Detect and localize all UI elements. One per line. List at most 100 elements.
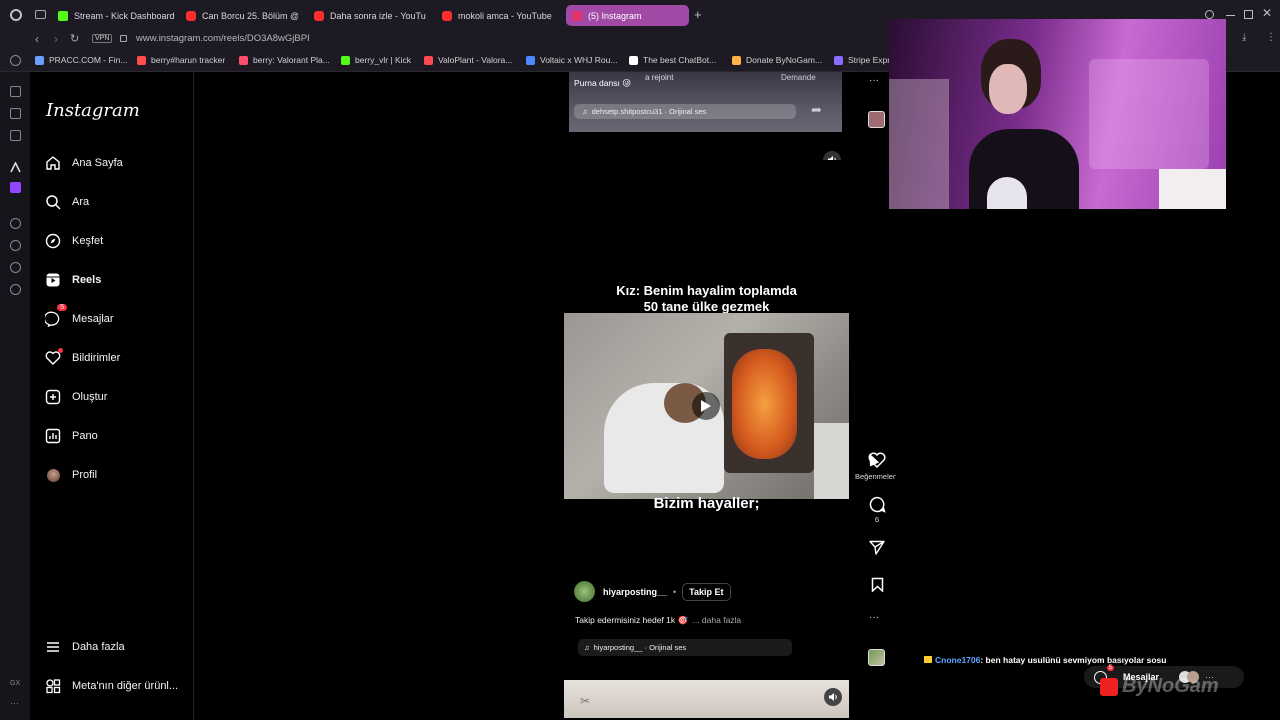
search-icon	[44, 193, 62, 211]
instagram-logo[interactable]: Instagram	[46, 100, 140, 121]
notification-dot	[58, 348, 63, 353]
bookmark-favicon	[239, 55, 248, 65]
chat-badge-icon	[924, 656, 932, 663]
bookmark-pracc[interactable]: PRACC.COM - Fin...	[35, 55, 127, 65]
prev-reel-options-icon[interactable]: ···	[869, 75, 879, 86]
caption-more-link[interactable]: ... daha fazla	[692, 615, 741, 625]
tab-kick-dashboard[interactable]: Stream - Kick Dashboard	[58, 5, 176, 26]
reel-options-icon[interactable]: ···	[869, 612, 879, 623]
hamburger-icon	[44, 638, 62, 656]
next-reel[interactable]: ✂	[564, 680, 849, 718]
reel-overlay-text: Demande	[781, 73, 816, 82]
youtube-icon	[442, 10, 452, 21]
music-note-icon: ♫	[582, 107, 588, 116]
bookmark-kick[interactable]: berry_vlr | Kick	[341, 55, 411, 65]
tab-youtube-1[interactable]: Can Borcu 25. Bölüm @...	[186, 5, 298, 26]
tab-youtube-2[interactable]: Daha sonra izle - YouTube	[314, 5, 426, 26]
close-button[interactable]: ✕	[1262, 6, 1272, 20]
bookmark-valoplant[interactable]: ValoPlant - Valora...	[424, 55, 512, 65]
reel-audio-thumbnail[interactable]	[868, 649, 885, 666]
gx-cleaner-icon[interactable]	[10, 108, 21, 119]
share-button[interactable]	[866, 540, 888, 557]
bookmark-chatbot[interactable]: The best ChatBot...	[629, 55, 716, 65]
reload-icon[interactable]: ↻	[70, 32, 79, 45]
capcut-icon: ✂	[580, 694, 591, 708]
send-icon	[869, 540, 885, 555]
url-field[interactable]: www.instagram.com/reels/DO3A8wGjBPI	[136, 33, 310, 44]
chat-username: Cnone1706	[935, 655, 981, 665]
webcam-overlay	[889, 19, 1226, 209]
tab-instagram[interactable]: (5) Instagram	[566, 5, 689, 26]
nav-messages[interactable]: 5 Mesajlar	[44, 304, 114, 328]
gx-mail-icon[interactable]	[10, 130, 21, 141]
prev-reel-audio-thumbnail[interactable]	[868, 111, 885, 128]
bynogam-watermark: ByNoGam	[1100, 675, 1219, 698]
back-icon[interactable]: ‹	[35, 32, 39, 46]
volume-icon[interactable]	[824, 688, 842, 706]
twitch-icon[interactable]	[10, 182, 21, 193]
bookmark-favicon	[732, 55, 741, 65]
nav-profile[interactable]: Profil	[44, 466, 97, 484]
messages-popup-badge: 5	[1106, 664, 1114, 671]
bookmark-voltaic[interactable]: Voltaic x WHJ Rou...	[526, 55, 617, 65]
settings-icon[interactable]	[10, 284, 21, 295]
previous-reel[interactable]: a rejoint Demande Purna dansı 😜 ♫ dehsetp…	[569, 72, 842, 132]
tab-list-icon[interactable]	[35, 10, 46, 19]
nav-dashboard[interactable]: Pano	[44, 427, 98, 445]
bookmark-valorant[interactable]: berry: Valorant Pla...	[239, 55, 330, 65]
instagram-sidebar: Instagram Ana Sayfa Ara Keşfet Reels 5 M…	[30, 72, 194, 720]
follow-button[interactable]: Takip Et	[682, 582, 731, 601]
nav-more[interactable]: Daha fazla	[44, 638, 125, 656]
current-reel[interactable]: Kız: Benim hayalim toplamda 50 tane ülke…	[564, 160, 849, 560]
dashboard-icon	[44, 427, 62, 445]
menu-icon[interactable]: ⋮	[1266, 32, 1276, 43]
nav-search[interactable]: Ara	[44, 193, 89, 211]
kick-icon	[341, 55, 350, 65]
nav-home[interactable]: Ana Sayfa	[44, 154, 123, 172]
youtube-icon	[314, 10, 324, 21]
nav-explore[interactable]: Keşfet	[44, 232, 103, 250]
nav-reels[interactable]: Reels	[44, 271, 101, 289]
bookmark-favicon	[35, 55, 44, 65]
history-icon[interactable]	[10, 240, 21, 251]
gx-control-icon[interactable]	[10, 86, 21, 97]
save-button[interactable]	[866, 577, 888, 594]
bookmark-favicon	[424, 55, 433, 65]
author-avatar[interactable]	[574, 581, 595, 602]
tab-youtube-3[interactable]: mokoli amca - YouTube	[442, 5, 558, 26]
extensions-icon[interactable]	[10, 262, 21, 273]
bookmark-stripe[interactable]: Stripe Expr...	[834, 55, 897, 65]
vpn-badge[interactable]: VPN	[92, 34, 113, 43]
heart-icon	[44, 348, 63, 367]
player-icon[interactable]	[10, 218, 21, 229]
reel-audio[interactable]: ♫ hiyarposting__ · Orijinal ses	[578, 639, 792, 656]
reel-caption: Takip edermisiniz hedef 1k 🎯 ... daha fa…	[575, 615, 742, 625]
nav-meta-products[interactable]: Meta'nın diğer ürünl...	[44, 677, 178, 695]
arc-icon[interactable]	[10, 160, 21, 173]
reel-audio[interactable]: ♫ dehsetp.shitpostcu31 · Orijinal ses	[574, 104, 796, 119]
music-note-icon: ♫	[584, 643, 590, 652]
meta-apps-icon	[44, 677, 62, 695]
home-icon	[44, 154, 62, 172]
author-username[interactable]: hiyarposting__	[603, 587, 667, 597]
nav-create[interactable]: Oluştur	[44, 388, 107, 406]
messenger-icon: 5	[44, 304, 67, 328]
search-tabs-icon[interactable]	[1205, 10, 1214, 19]
opera-logo-icon[interactable]	[10, 9, 22, 21]
new-tab-button[interactable]: +	[694, 7, 702, 22]
comment-button[interactable]: 6	[866, 496, 888, 524]
bookmarks-menu-icon[interactable]	[10, 55, 21, 66]
likes-label: Beğenmeler	[855, 472, 896, 481]
kick-icon	[58, 10, 68, 21]
nav-notifications[interactable]: Bildirimler	[44, 348, 120, 367]
maximize-button[interactable]	[1244, 10, 1253, 19]
minimize-button[interactable]	[1226, 15, 1235, 16]
more-dots-icon[interactable]: ···	[10, 698, 19, 708]
bookmark-harun-tracker[interactable]: berry#harun tracker	[137, 55, 225, 65]
play-icon[interactable]	[692, 392, 720, 420]
forward-icon[interactable]: ›	[54, 32, 58, 46]
docs-icon	[526, 55, 535, 65]
plus-icon	[44, 388, 62, 406]
download-icon[interactable]: ⤓	[1242, 32, 1246, 43]
bookmark-donate[interactable]: Donate ByNoGam...	[732, 55, 822, 65]
